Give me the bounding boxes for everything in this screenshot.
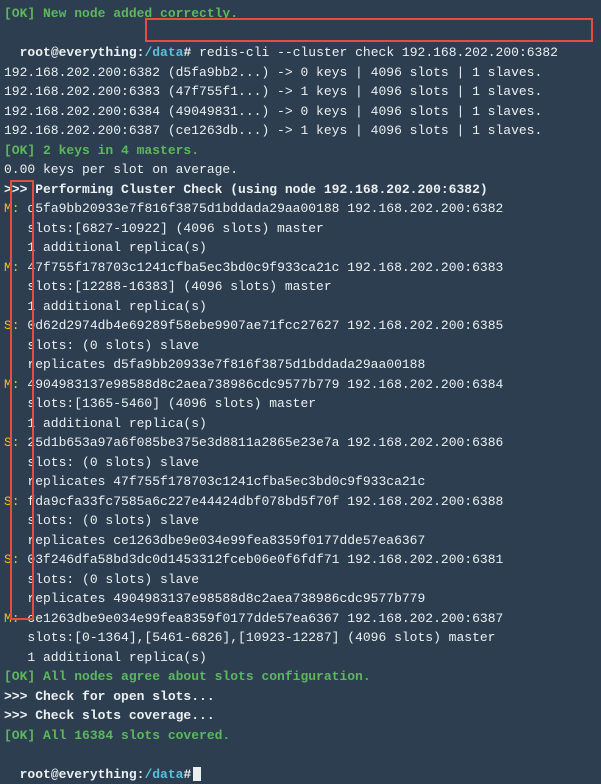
prompt-line-1[interactable]: root@everything:/data# redis-cli --clust…	[4, 24, 597, 63]
ok-keys: [OK] 2 keys in 4 masters.	[4, 141, 597, 161]
node-slots: slots: (0 slots) slave	[4, 570, 597, 590]
node-id: 25d1b653a97a6f085be375e3d8811a2865e23e7a…	[27, 435, 503, 450]
prompt-sep: :	[137, 767, 145, 782]
node-slots: slots: (0 slots) slave	[4, 453, 597, 473]
node-id: fda9cfa33fc7585a6c227e44424dbf078bd5f70f…	[27, 494, 503, 509]
slot-summary-2: 192.168.202.200:6384 (49049831...) -> 0 …	[4, 102, 597, 122]
node-slots: slots:[0-1364],[5461-6826],[10923-12287]…	[4, 628, 597, 648]
node-id: ce1263dbe9e034e99fea8359f0177dde57ea6367…	[27, 611, 503, 626]
node-role: M:	[4, 377, 20, 392]
node-id: 47f755f178703c1241cfba5ec3bd0c9f933ca21c…	[27, 260, 503, 275]
node-slots: slots: (0 slots) slave	[4, 336, 597, 356]
cursor	[193, 767, 201, 781]
node-extra: 1 additional replica(s)	[4, 238, 597, 258]
node-extra: replicates d5fa9bb20933e7f816f3875d1bdda…	[4, 355, 597, 375]
node-slots: slots: (0 slots) slave	[4, 511, 597, 531]
node-id: 4904983137e98588d8c2aea738986cdc9577b779…	[27, 377, 503, 392]
prompt-end: #	[183, 45, 191, 60]
node-extra: replicates ce1263dbe9e034e99fea8359f0177…	[4, 531, 597, 551]
node-role: M:	[4, 260, 20, 275]
avg-keys: 0.00 keys per slot on average.	[4, 160, 597, 180]
slot-summary-0: 192.168.202.200:6382 (d5fa9bb2...) -> 0 …	[4, 63, 597, 83]
check-coverage: >>> Check slots coverage...	[4, 706, 597, 726]
node-extra: 1 additional replica(s)	[4, 414, 597, 434]
node-slots: slots:[12288-16383] (4096 slots) master	[4, 277, 597, 297]
node-role: S:	[4, 435, 20, 450]
node-id: 03f246dfa58bd3dc0d1453312fceb06e0f6fdf71…	[27, 552, 503, 567]
prompt-user: root@everything	[20, 767, 137, 782]
node-role: S:	[4, 494, 20, 509]
perform-check: >>> Performing Cluster Check (using node…	[4, 180, 597, 200]
node-line: M: d5fa9bb20933e7f816f3875d1bddada29aa00…	[4, 199, 597, 219]
ok-covered: [OK] All 16384 slots covered.	[4, 726, 597, 746]
node-slots: slots:[1365-5460] (4096 slots) master	[4, 394, 597, 414]
node-line: S: 25d1b653a97a6f085be375e3d8811a2865e23…	[4, 433, 597, 453]
node-extra: 1 additional replica(s)	[4, 297, 597, 317]
node-role: S:	[4, 318, 20, 333]
ok-nodes-agree: [OK] All nodes agree about slots configu…	[4, 667, 597, 687]
node-role: M:	[4, 611, 20, 626]
prompt-line-2[interactable]: root@everything:/data#	[4, 745, 597, 784]
prompt-end: #	[183, 767, 191, 782]
node-extra: replicates 47f755f178703c1241cfba5ec3bd0…	[4, 472, 597, 492]
node-line: M: 47f755f178703c1241cfba5ec3bd0c9f933ca…	[4, 258, 597, 278]
check-open: >>> Check for open slots...	[4, 687, 597, 707]
slot-summary-3: 192.168.202.200:6387 (ce1263db...) -> 1 …	[4, 121, 597, 141]
node-line: M: ce1263dbe9e034e99fea8359f0177dde57ea6…	[4, 609, 597, 629]
node-line: M: 4904983137e98588d8c2aea738986cdc9577b…	[4, 375, 597, 395]
prompt-user: root@everything	[20, 45, 137, 60]
node-line: S: 0d62d2974db4e69289f58ebe9907ae71fcc27…	[4, 316, 597, 336]
node-role: S:	[4, 552, 20, 567]
node-line: S: 03f246dfa58bd3dc0d1453312fceb06e0f6fd…	[4, 550, 597, 570]
slot-summary-1: 192.168.202.200:6383 (47f755f1...) -> 1 …	[4, 82, 597, 102]
node-extra: 1 additional replica(s)	[4, 648, 597, 668]
prompt-path: /data	[144, 767, 183, 782]
command-text: redis-cli --cluster check 192.168.202.20…	[199, 45, 558, 60]
node-role: M:	[4, 201, 20, 216]
prompt-path: /data	[144, 45, 183, 60]
node-line: S: fda9cfa33fc7585a6c227e44424dbf078bd5f…	[4, 492, 597, 512]
ok-new-node: [OK] New node added correctly.	[4, 4, 597, 24]
node-id: 0d62d2974db4e69289f58ebe9907ae71fcc27627…	[27, 318, 503, 333]
node-slots: slots:[6827-10922] (4096 slots) master	[4, 219, 597, 239]
node-extra: replicates 4904983137e98588d8c2aea738986…	[4, 589, 597, 609]
node-id: d5fa9bb20933e7f816f3875d1bddada29aa00188…	[27, 201, 503, 216]
